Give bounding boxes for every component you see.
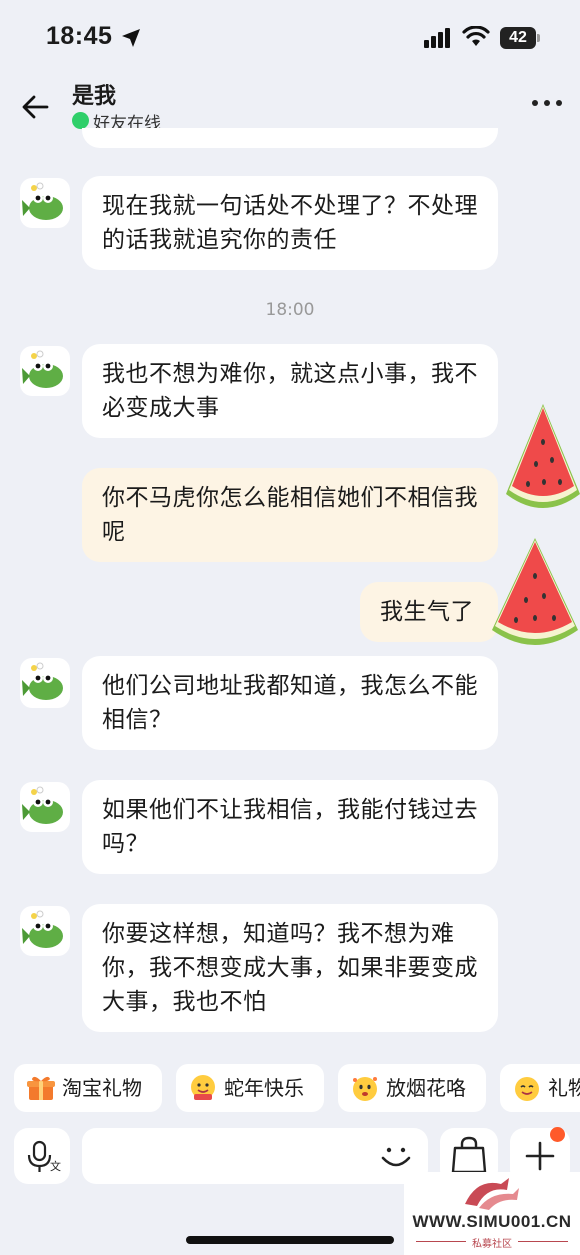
- fish-avatar-icon: [22, 786, 63, 824]
- gift-icon: [27, 1076, 55, 1100]
- status-bar: 18:45 42: [0, 0, 580, 72]
- gift-emoji-icon: [515, 1077, 539, 1101]
- message-timestamp: 18:00: [265, 300, 315, 320]
- battery-indicator: 42: [500, 27, 540, 49]
- battery-cap: [537, 34, 540, 42]
- back-arrow-icon[interactable]: [20, 92, 50, 122]
- quick-action-label: 放烟花咯: [386, 1076, 466, 1100]
- incoming-message[interactable]: 你要这样想，知道吗？我不想为难你，我不想变成大事，如果非要变成大事，我也不怕: [82, 904, 498, 1032]
- quick-action-snake-year[interactable]: 蛇年快乐: [176, 1064, 324, 1112]
- fish-avatar-icon: [22, 910, 63, 948]
- fish-avatar-icon: [22, 182, 63, 220]
- quick-action-label: 蛇年快乐: [224, 1076, 304, 1100]
- wifi-icon: [462, 26, 490, 46]
- contact-avatar[interactable]: [20, 658, 70, 708]
- contact-avatar[interactable]: [20, 178, 70, 228]
- online-status-dot: [72, 112, 89, 129]
- status-time: 18:45: [46, 22, 113, 50]
- contact-avatar[interactable]: [20, 782, 70, 832]
- watermark-subtitle: 私募社区: [472, 1239, 512, 1250]
- quick-action-gift[interactable]: 礼物: [500, 1064, 580, 1112]
- notification-badge: [550, 1127, 565, 1142]
- watermark-url: WWW.SIMU001.CN: [412, 1212, 572, 1231]
- outgoing-message[interactable]: 我生气了: [360, 582, 498, 642]
- watermark-logo-icon: [465, 1178, 519, 1210]
- previous-message-bubble: [82, 128, 498, 148]
- more-options-icon[interactable]: [532, 100, 562, 108]
- outgoing-message[interactable]: 你不马虎你怎么能相信她们不相信我呢: [82, 468, 498, 562]
- home-indicator: [186, 1236, 394, 1244]
- incoming-message[interactable]: 现在我就一句话处不处理了？不处理的话我就追究你的责任: [82, 176, 498, 270]
- watermelon-avatar-icon[interactable]: [506, 404, 580, 524]
- fish-avatar-icon: [22, 350, 63, 388]
- watermark-logo: WWW.SIMU001.CN 私募社区: [404, 1172, 580, 1255]
- quick-action-taobao-gift[interactable]: 淘宝礼物: [14, 1064, 162, 1112]
- contact-avatar[interactable]: [20, 346, 70, 396]
- watermelon-avatar-icon[interactable]: [492, 538, 578, 660]
- contact-avatar[interactable]: [20, 906, 70, 956]
- fish-avatar-icon: [22, 662, 63, 700]
- contact-name: 是我: [72, 84, 117, 109]
- quick-action-fireworks[interactable]: 放烟花咯: [338, 1064, 486, 1112]
- quick-action-label: 礼物: [548, 1076, 580, 1100]
- microphone-translate-icon: 文: [27, 1140, 61, 1173]
- voice-input-button[interactable]: 文: [14, 1128, 70, 1184]
- fireworks-emoji-icon: [353, 1077, 377, 1101]
- emoji-smile-icon[interactable]: [376, 1136, 416, 1176]
- snake-emoji-icon: [191, 1075, 215, 1100]
- quick-action-label: 淘宝礼物: [62, 1076, 142, 1100]
- incoming-message[interactable]: 如果他们不让我相信，我能付钱过去吗？: [82, 780, 498, 874]
- incoming-message[interactable]: 他们公司地址我都知道，我怎么不能相信？: [82, 656, 498, 750]
- signal-icon: [424, 28, 450, 48]
- battery-level: 42: [500, 27, 536, 49]
- location-arrow-icon: [122, 29, 140, 47]
- incoming-message[interactable]: 我也不想为难你，就这点小事，我不必变成大事: [82, 344, 498, 438]
- svg-text:文: 文: [50, 1159, 61, 1173]
